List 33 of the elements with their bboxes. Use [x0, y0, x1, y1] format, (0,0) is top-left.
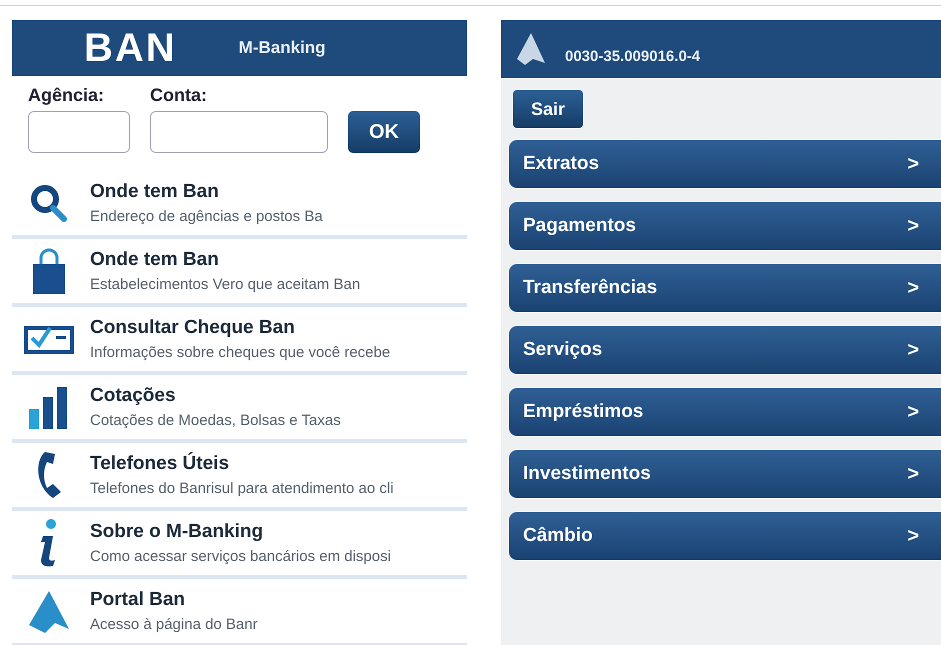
search-icon [28, 182, 70, 224]
item-description: Endereço de agências e postos Ba [90, 207, 323, 227]
exit-button[interactable]: Sair [513, 90, 583, 128]
input-field[interactable] [150, 111, 328, 153]
field-label: Agência: [28, 84, 106, 107]
item-description: Acesso à página do Banr [90, 615, 258, 635]
bag-icon [31, 248, 67, 294]
menu-item[interactable]: Extratos > [509, 140, 941, 188]
menu-item[interactable]: Investimentos > [509, 450, 941, 498]
item-title[interactable]: Sobre o M-Banking [90, 518, 391, 546]
item-title[interactable]: Telefones Úteis [90, 450, 394, 478]
bank-logo: BAN [84, 25, 177, 72]
item-description: Cotações de Moedas, Bolsas e Taxas [90, 411, 341, 431]
item-description: Telefones do Banrisul para atendimento ao cli [90, 479, 394, 499]
input-field[interactable] [28, 111, 130, 153]
item-title[interactable]: Onde tem Ban [90, 246, 360, 274]
menu-item[interactable]: Transferências > [509, 264, 941, 312]
item-title[interactable]: Consultar Cheque Ban [90, 314, 390, 342]
menu-item[interactable]: Empréstimos > [509, 388, 941, 436]
item-description: Estabelecimentos Vero que aceitam Ban [90, 275, 360, 295]
field-label: Conta: [150, 84, 208, 107]
item-description: Informações sobre cheques que você recebe [90, 343, 390, 363]
item-title[interactable]: Onde tem Ban [90, 178, 323, 206]
menu-item[interactable]: Serviços > [509, 326, 941, 374]
bank-logo-icon [27, 589, 71, 633]
item-title[interactable]: Cotações [90, 382, 341, 410]
menu-item[interactable]: Câmbio > [509, 512, 941, 560]
account-number: 0030-35.009016.0-4 [565, 46, 700, 66]
item-description: Como acessar serviços bancários em disposi [90, 547, 391, 567]
menu-item[interactable]: Pagamentos > [509, 202, 941, 250]
item-title[interactable]: Portal Ban [90, 586, 258, 614]
app-title: M-Banking [238, 37, 326, 60]
ok-button[interactable]: OK [348, 111, 420, 153]
